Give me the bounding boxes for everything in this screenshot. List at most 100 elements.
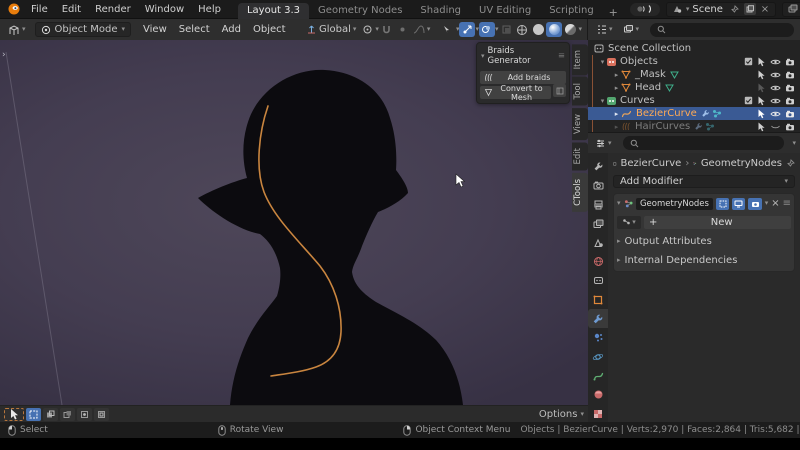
sidebar-tab-edit[interactable]: Edit [572, 142, 588, 170]
realtime-display-toggle[interactable] [732, 198, 745, 210]
menu-render[interactable]: Render [88, 0, 138, 19]
shading-solid-icon[interactable] [530, 22, 546, 37]
modifier-name-field[interactable]: GeometryNodes [636, 198, 713, 210]
selectable-disabled-icon[interactable] [757, 83, 766, 93]
tab-modifiers-icon[interactable] [588, 309, 608, 328]
convert-options-button[interactable] [553, 84, 566, 97]
outliner-row-mask[interactable]: ▸ _Mask [588, 68, 800, 81]
render-camera-icon[interactable] [785, 97, 795, 105]
menu-file[interactable]: File [24, 0, 55, 19]
blender-logo-icon[interactable] [7, 2, 21, 17]
pin-icon[interactable] [786, 159, 795, 168]
menu-window[interactable]: Window [138, 0, 191, 19]
drag-handle-icon[interactable]: ≡ [783, 198, 791, 209]
menu-edit[interactable]: Edit [55, 0, 88, 19]
outliner-item-label[interactable]: HairCurves [635, 121, 690, 132]
xray-toggle-icon[interactable] [498, 22, 514, 37]
render-camera-icon[interactable] [785, 110, 795, 118]
tab-scene-icon[interactable] [588, 233, 608, 252]
extras-dropdown-icon[interactable]: ▾ [765, 200, 769, 207]
selectable-icon[interactable] [757, 70, 766, 80]
menu-select[interactable]: Select [173, 24, 216, 35]
viewlayer-selector[interactable]: ▾ ViewLayer × [782, 2, 800, 17]
expand-icon[interactable]: ▾ [598, 58, 607, 66]
selectable-icon[interactable] [757, 122, 766, 132]
render-camera-icon[interactable] [785, 58, 795, 66]
render-camera-icon[interactable] [785, 84, 795, 92]
outliner-search-input[interactable] [670, 25, 787, 35]
add-braids-button[interactable]: Add braids [480, 71, 566, 84]
select-mode-extend-button[interactable] [43, 408, 58, 421]
outliner-item-label[interactable]: Objects [620, 56, 658, 67]
section-internal-dependencies[interactable]: ▸ Internal Dependencies [617, 253, 791, 267]
tab-tool-icon[interactable] [588, 157, 608, 176]
section-output-attributes[interactable]: ▸ Output Attributes [617, 234, 791, 248]
render-camera-icon[interactable] [785, 71, 795, 79]
outliner-item-label[interactable]: BezierCurve [636, 108, 697, 119]
tab-object-data-icon[interactable] [588, 366, 608, 385]
object-type-visibility-icon[interactable] [440, 22, 456, 37]
overlays-toggle-icon[interactable] [479, 22, 495, 37]
select-mode-new-button[interactable] [26, 408, 41, 421]
collapse-icon[interactable]: ▾ [481, 53, 485, 60]
shading-wireframe-icon[interactable] [514, 22, 530, 37]
properties-search[interactable] [623, 136, 785, 150]
menu-help[interactable]: Help [191, 0, 228, 19]
tab-physics-icon[interactable] [588, 347, 608, 366]
properties-editor-type-button[interactable]: ▾ [592, 137, 615, 150]
render-camera-icon[interactable] [785, 123, 795, 131]
new-scene-icon[interactable] [744, 3, 756, 15]
tab-uv-editing[interactable]: UV Editing [470, 3, 540, 19]
mode-selector[interactable]: Object Mode ▾ [35, 22, 132, 37]
outliner-row-beziercurve[interactable]: ▸ BezierCurve [588, 107, 800, 120]
expand-icon[interactable]: ▸ [612, 84, 621, 92]
tab-world-icon[interactable] [588, 252, 608, 271]
tab-geometry-nodes[interactable]: Geometry Nodes [309, 3, 411, 19]
convert-to-mesh-button[interactable]: Convert to Mesh [480, 86, 551, 99]
scene-selector[interactable]: ▾ Scene × [666, 2, 776, 17]
drag-handle-icon[interactable]: ≡ [558, 51, 565, 61]
expand-icon[interactable]: ▸ [612, 71, 621, 79]
exclude-checkbox-icon[interactable] [744, 96, 753, 105]
outliner-item-label[interactable]: Curves [620, 95, 655, 106]
tab-viewlayer-icon[interactable] [588, 214, 608, 233]
add-modifier-button[interactable]: Add Modifier ▾ [613, 175, 795, 188]
tab-texture-icon[interactable] [588, 404, 608, 423]
menu-add[interactable]: Add [216, 24, 247, 35]
hidden-eye-closed-icon[interactable] [770, 123, 781, 131]
toolbar-expand-icon[interactable]: › [2, 50, 6, 60]
outliner-row-curves[interactable]: ▾ Curves [588, 94, 800, 107]
expand-icon[interactable]: ▾ [598, 97, 607, 105]
node-tree-browser-button[interactable]: ▾ [617, 216, 641, 229]
close-icon[interactable]: × [759, 3, 771, 15]
render-display-toggle[interactable] [748, 198, 761, 210]
sidebar-tab-ctools[interactable]: CTools [572, 173, 588, 212]
pin-icon[interactable] [729, 3, 741, 15]
hide-eye-icon[interactable] [770, 71, 781, 79]
edit-mode-display-toggle[interactable] [716, 198, 729, 210]
viewport-3d[interactable]: › ▾ Braids Generator ≡ Add braids Conver… [0, 40, 588, 422]
tab-render-icon[interactable] [588, 176, 608, 195]
properties-search-input[interactable] [643, 138, 778, 148]
tab-collection-icon[interactable] [588, 271, 608, 290]
editor-type-button[interactable]: ▾ [5, 23, 29, 37]
tab-layout[interactable]: Layout 3.3 [238, 3, 309, 19]
menu-view[interactable]: View [137, 24, 173, 35]
hide-eye-icon[interactable] [770, 58, 781, 66]
outliner-item-label[interactable]: Scene Collection [608, 43, 691, 54]
tab-object-icon[interactable] [588, 290, 608, 309]
menu-object[interactable]: Object [247, 24, 292, 35]
hide-eye-icon[interactable] [770, 84, 781, 92]
outliner-row-haircurves[interactable]: ▸ HairCurves [588, 120, 800, 132]
pivot-point-icon[interactable] [359, 22, 375, 37]
proportional-edit-icon[interactable] [395, 22, 411, 37]
select-mode-invert-button[interactable] [77, 408, 92, 421]
outliner-item-label[interactable]: Head [635, 82, 661, 93]
selectable-icon[interactable] [757, 109, 766, 119]
hide-eye-icon[interactable] [770, 110, 781, 118]
expand-icon[interactable]: ▸ [612, 123, 621, 131]
shading-material-icon[interactable] [546, 22, 562, 37]
outliner-search[interactable] [650, 23, 794, 37]
transform-orientation-selector[interactable]: Global ▾ [303, 23, 359, 36]
snap-magnet-icon[interactable] [379, 22, 395, 37]
